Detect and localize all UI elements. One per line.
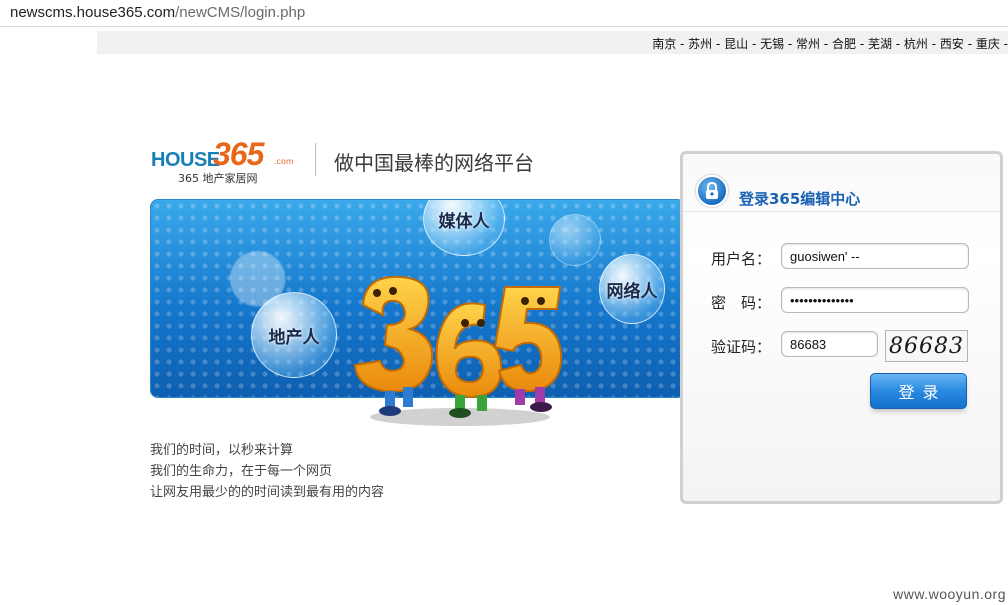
city-nav-links[interactable]: 南京 - 苏州 - 昆山 - 无锡 - 常州 - 合肥 - 芜湖 - 杭州 - … bbox=[652, 35, 1008, 52]
bubble-estate-label: 地产人 bbox=[268, 327, 320, 348]
bubble-media-label: 媒体人 bbox=[438, 211, 490, 232]
login-title: 登录365编辑中心 bbox=[739, 190, 861, 208]
tagline-1: 我们的时间，以秒来计算 bbox=[150, 443, 294, 458]
logo-divider bbox=[315, 143, 316, 176]
house365-logo: HOUSE 365 .com 365 地产家居网 bbox=[151, 136, 301, 185]
taglines: 我们的时间，以秒来计算 我们的生命力，在于每一个网页 让网友用最少的的时间读到最… bbox=[150, 440, 384, 503]
page-slogan: 做中国最棒的网络平台 bbox=[334, 151, 534, 175]
tagline-2: 我们的生命力，在于每一个网页 bbox=[150, 464, 333, 479]
login-panel: 登录365编辑中心 用户名： 密 码： 验证码： 86683 登录 bbox=[680, 151, 1003, 504]
decorative-bubble bbox=[549, 214, 601, 266]
bubble-media: 媒体人 bbox=[423, 200, 505, 256]
login-header: 登录365编辑中心 bbox=[683, 175, 1000, 212]
mascot-365-illustration bbox=[353, 275, 563, 426]
tagline-3: 让网友用最少的的时间读到最有用的内容 bbox=[150, 485, 385, 500]
bubble-estate: 地产人 bbox=[251, 292, 337, 378]
captcha-image[interactable]: 86683 bbox=[885, 330, 968, 362]
password-label: 密 码： bbox=[711, 294, 772, 312]
watermark: www.wooyun.org bbox=[893, 586, 1006, 602]
url-path: /newCMS/login.php bbox=[175, 4, 306, 21]
logo-365-text: 365 bbox=[213, 136, 264, 172]
city-nav-bar: 南京 - 苏州 - 昆山 - 无锡 - 常州 - 合肥 - 芜湖 - 杭州 - … bbox=[97, 31, 1008, 54]
address-bar[interactable]: newscms.house365.com/newCMS/login.php bbox=[0, 0, 1008, 27]
logo-subtitle: 365 地产家居网 bbox=[178, 172, 258, 185]
url-text[interactable]: newscms.house365.com/newCMS/login.php bbox=[10, 4, 305, 21]
captcha-input[interactable] bbox=[781, 331, 878, 357]
captcha-label: 验证码： bbox=[711, 338, 772, 356]
logo-dotcom-text: .com bbox=[274, 157, 294, 166]
login-button[interactable]: 登录 bbox=[870, 373, 967, 409]
lock-icon bbox=[696, 175, 728, 207]
bubble-network-label: 网络人 bbox=[606, 281, 658, 302]
logo-house-text: HOUSE bbox=[151, 149, 220, 171]
username-input[interactable] bbox=[781, 243, 969, 269]
password-input[interactable] bbox=[781, 287, 969, 313]
username-label: 用户名： bbox=[711, 250, 772, 268]
url-host: newscms.house365.com bbox=[10, 4, 176, 21]
bubble-network: 网络人 bbox=[599, 254, 665, 324]
